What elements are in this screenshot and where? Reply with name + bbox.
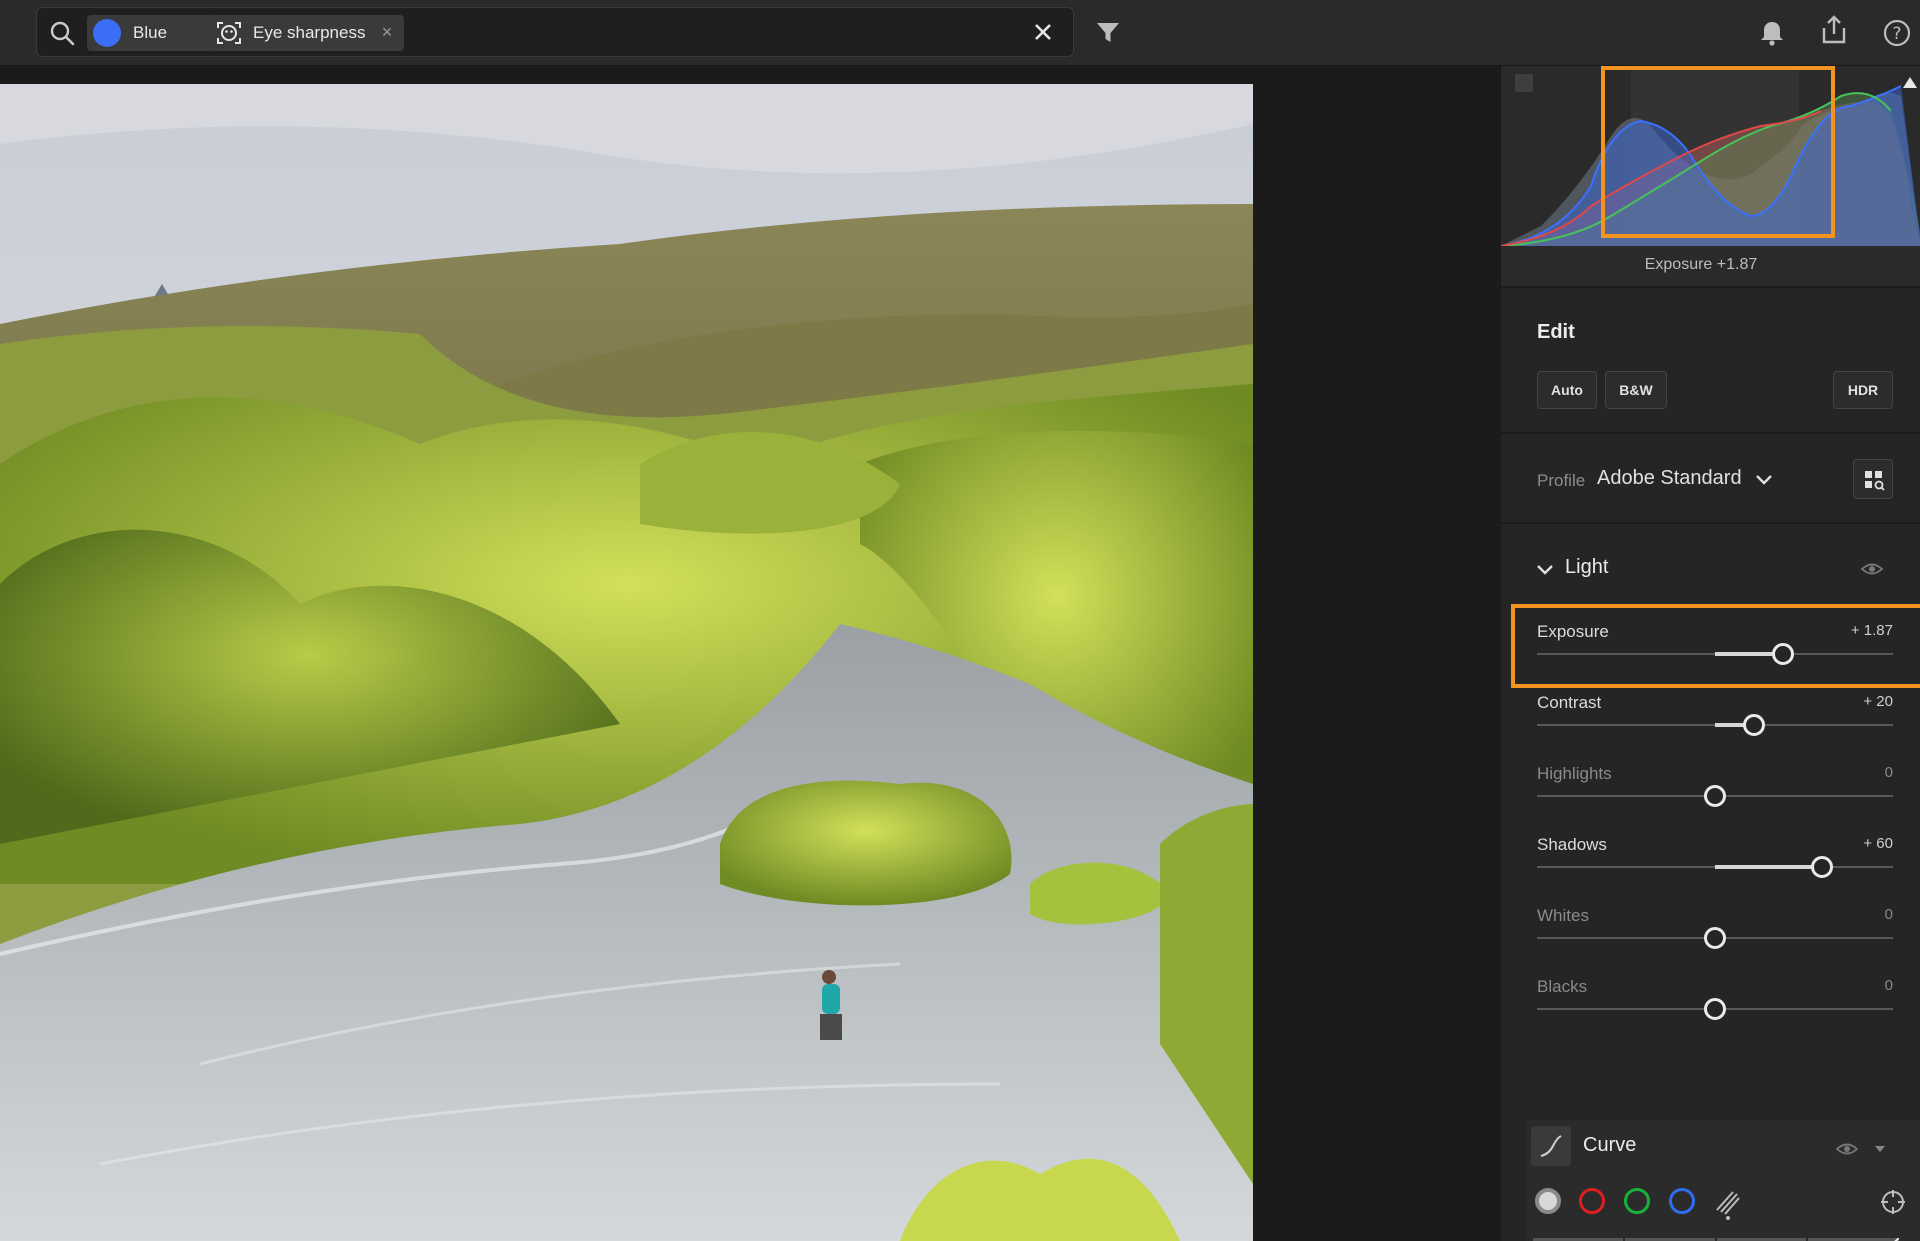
profile-label: Profile	[1537, 471, 1586, 490]
slider-thumb[interactable]	[1810, 856, 1833, 878]
curve-toggle-button[interactable]	[1531, 1126, 1571, 1166]
section-divider	[1501, 432, 1920, 434]
photo-editor-app: Blue × Eye sharpness ×	[0, 0, 1920, 1241]
remove-chip-icon[interactable]: ×	[378, 23, 396, 41]
point-curve-channel[interactable]	[1535, 1188, 1561, 1214]
slider-fill	[1715, 865, 1822, 869]
color-swatch-icon	[93, 19, 121, 47]
histogram-highlight-box	[1601, 66, 1835, 238]
search-filter-bar[interactable]: Blue × Eye sharpness ×	[36, 7, 1074, 57]
search-icon[interactable]	[49, 20, 75, 46]
slider-label: Shadows	[1537, 835, 1607, 854]
filter-chip-eye-sharpness[interactable]: Eye sharpness ×	[209, 15, 404, 51]
help-icon[interactable]: ?	[1882, 18, 1912, 48]
histogram-readout: Exposure +1.87	[1644, 256, 1758, 273]
edit-panel: Exposure +1.87 Edit Auto B&W HDR Profile…	[1500, 66, 1920, 1241]
clear-search-icon[interactable]	[1031, 20, 1055, 44]
auto-button[interactable]: Auto	[1537, 371, 1597, 409]
blue-curve-channel[interactable]	[1669, 1188, 1695, 1214]
shadow-clipping-toggle[interactable]	[1515, 74, 1533, 92]
profile-dropdown[interactable]: Adobe Standard	[1597, 467, 1742, 490]
slider-label: Contrast	[1537, 693, 1602, 712]
edit-title: Edit	[1537, 321, 1575, 343]
bell-icon[interactable]	[1757, 18, 1787, 48]
eye-icon[interactable]	[1835, 1140, 1859, 1158]
face-focus-icon	[217, 22, 241, 44]
green-curve-channel[interactable]	[1624, 1188, 1650, 1214]
share-icon[interactable]	[1818, 14, 1850, 46]
slider-label: Highlights	[1537, 764, 1612, 783]
slider-thumb[interactable]	[1704, 785, 1726, 807]
svg-text:?: ?	[1892, 24, 1901, 44]
slider-value[interactable]: 0	[1885, 906, 1893, 923]
whites-slider[interactable]: Whites 0	[1537, 906, 1893, 966]
slider-thumb[interactable]	[1743, 714, 1766, 736]
section-divider	[1501, 286, 1920, 288]
light-section-title[interactable]: Light	[1565, 556, 1608, 579]
collapse-chevron-icon[interactable]	[1535, 560, 1555, 580]
slider-value[interactable]: 0	[1885, 764, 1893, 781]
slider-value[interactable]: 0	[1885, 977, 1893, 994]
histogram: Exposure +1.87	[1501, 66, 1920, 286]
shadows-slider[interactable]: Shadows + 60	[1537, 835, 1893, 895]
bw-button[interactable]: B&W	[1605, 371, 1667, 409]
highlight-clipping-icon[interactable]	[1901, 74, 1919, 92]
eye-icon[interactable]	[1860, 560, 1884, 578]
slider-label: Whites	[1537, 906, 1589, 925]
profile-browser-button[interactable]	[1853, 459, 1893, 499]
curve-icon	[1540, 1135, 1562, 1157]
parametric-curve-icon[interactable]	[1713, 1186, 1743, 1220]
filter-icon[interactable]	[1095, 20, 1121, 46]
exposure-highlight-box	[1511, 604, 1920, 688]
curve-section: Curve	[1527, 1120, 1920, 1241]
photo-preview[interactable]	[0, 84, 1253, 1241]
hdr-button[interactable]: HDR	[1833, 371, 1893, 409]
slider-thumb[interactable]	[1704, 927, 1726, 949]
caret-down-icon[interactable]	[1873, 1142, 1887, 1156]
filter-chip-label: Eye sharpness	[253, 23, 366, 42]
curve-section-title[interactable]: Curve	[1583, 1134, 1636, 1157]
river-landscape-photo	[0, 84, 1253, 1241]
filter-chip-label: Blue	[133, 23, 168, 42]
contrast-slider[interactable]: Contrast + 20	[1537, 693, 1893, 753]
slider-value[interactable]: + 60	[1863, 835, 1893, 852]
slider-label: Blacks	[1537, 977, 1588, 996]
chevron-down-icon[interactable]	[1754, 470, 1774, 490]
section-divider	[1501, 522, 1920, 524]
top-bar: Blue × Eye sharpness ×	[0, 0, 1920, 66]
target-adjustment-icon[interactable]	[1879, 1188, 1907, 1216]
slider-value[interactable]: + 20	[1863, 693, 1893, 710]
red-curve-channel[interactable]	[1579, 1188, 1605, 1214]
grid-search-icon	[1865, 471, 1885, 491]
blacks-slider[interactable]: Blacks 0	[1537, 977, 1893, 1037]
slider-thumb[interactable]	[1704, 998, 1726, 1020]
highlights-slider[interactable]: Highlights 0	[1537, 764, 1893, 824]
photo-canvas[interactable]	[0, 66, 1500, 1241]
